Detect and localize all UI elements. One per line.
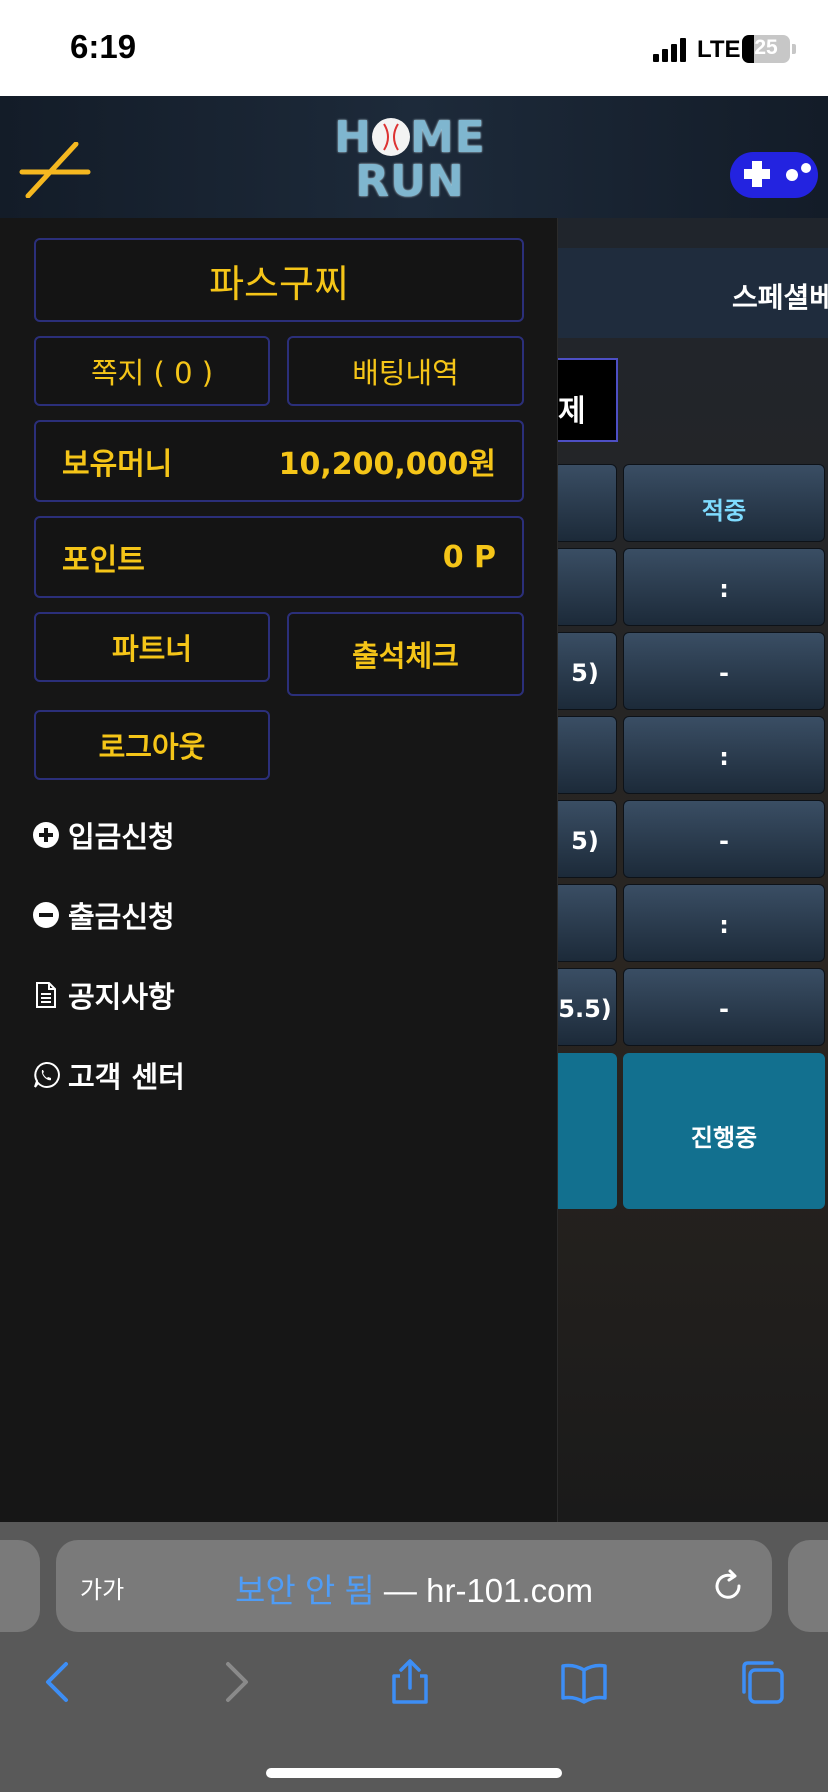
point-box: 포인트 0 P [34, 516, 524, 598]
bg-cell-right-2[interactable]: - [623, 632, 825, 710]
url-display[interactable]: 보안 안 됨 — hr-101.com [56, 1564, 772, 1612]
username: 파스구찌 [209, 261, 349, 306]
bg-cell-left-5[interactable] [553, 884, 617, 962]
menu-item-support[interactable]: 고객 센터 [32, 1054, 185, 1096]
bg-cell-left-6[interactable]: 5.5) [553, 968, 617, 1046]
url-domain: hr-101.com [426, 1572, 594, 1609]
money-label: 보유머니 [62, 447, 173, 482]
menu-item-withdraw[interactable]: 출금신청 [32, 894, 175, 936]
battery-icon: 25 [742, 35, 790, 63]
attendance-button-label: 출석체크 [352, 639, 459, 673]
signal-icon [653, 38, 689, 62]
bg-cell-right-1[interactable]: : [623, 548, 825, 626]
back-icon[interactable] [34, 1658, 82, 1706]
network-label: LTE [697, 36, 741, 63]
logout-button[interactable]: 로그아웃 [34, 710, 270, 780]
username-box: 파스구찌 [34, 238, 524, 322]
side-drawer: 파스구찌 쪽지 ( 0 ) 배팅내역 보유머니 10,200,000원 포인트 … [0, 218, 558, 1522]
bg-cell-right-5[interactable]: : [623, 884, 825, 962]
bg-cell-left-3[interactable] [553, 716, 617, 794]
screen: 6:19 LTE 25 H ME RUN 스페셜베 제 5) 5) 5.5) 적… [0, 0, 828, 1792]
menu-item-withdraw-label: 출금신청 [68, 900, 175, 934]
bookmarks-icon[interactable] [560, 1658, 608, 1706]
battery-tip [792, 44, 796, 54]
minus-circle-icon [33, 902, 59, 928]
special-bet-tab[interactable]: 스페셜베 [732, 276, 828, 316]
url-separator: — [374, 1572, 427, 1609]
money-value: 10,200,000원 [278, 447, 496, 482]
bg-header-cell-left [553, 464, 617, 542]
menu-item-notice[interactable]: 공지사항 [32, 974, 175, 1016]
menu-item-deposit[interactable]: 입금신청 [32, 814, 175, 856]
gamepad-icon[interactable] [728, 148, 820, 202]
money-box: 보유머니 10,200,000원 [34, 420, 524, 502]
site-header: H ME RUN [0, 96, 828, 218]
hit-header-cell: 적중 [623, 464, 825, 542]
bg-cell-right-4[interactable]: - [623, 800, 825, 878]
menu-close-icon[interactable] [18, 142, 92, 198]
logo-line-1: H ME [334, 112, 486, 163]
whatsapp-icon [34, 1061, 60, 1088]
bg-cell-right-6[interactable]: - [623, 968, 825, 1046]
tabs-icon[interactable] [738, 1658, 786, 1706]
plus-circle-icon [33, 822, 59, 848]
menu-item-notice-label: 공지사항 [68, 980, 175, 1014]
home-run-logo[interactable]: H ME RUN [320, 116, 500, 212]
betting-history-button[interactable]: 배팅내역 [287, 336, 524, 406]
menu-item-support-label: 고객 센터 [68, 1060, 185, 1094]
category-tab-label: 제 [558, 394, 586, 429]
point-value: 0 P [442, 539, 496, 575]
logout-button-label: 로그아웃 [98, 730, 206, 764]
document-icon [36, 982, 56, 1008]
address-bar[interactable]: 가가 보안 안 됨 — hr-101.com [56, 1540, 772, 1632]
in-progress-cell[interactable]: 진행중 [623, 1053, 825, 1209]
partner-button-label: 파트너 [111, 632, 193, 666]
next-tab-stub[interactable] [788, 1540, 828, 1632]
betting-history-label: 배팅내역 [352, 356, 459, 390]
point-label: 포인트 [62, 543, 145, 578]
status-bar: 6:19 LTE 25 [0, 0, 828, 96]
bg-cell-left-2[interactable]: 5) [553, 632, 617, 710]
status-time: 6:19 [70, 28, 137, 65]
battery-level: 25 [754, 36, 778, 59]
insecure-label: 보안 안 됨 [234, 1572, 375, 1609]
bg-cell-left-1[interactable] [553, 548, 617, 626]
reload-icon[interactable] [710, 1568, 746, 1604]
browser-toolbar: 가가 보안 안 됨 — hr-101.com [0, 1522, 828, 1792]
home-indicator[interactable] [266, 1768, 562, 1778]
forward-icon[interactable] [212, 1658, 260, 1706]
baseball-icon [371, 118, 410, 156]
partner-button[interactable]: 파트너 [34, 612, 270, 682]
attendance-button[interactable]: 출석체크 [287, 612, 524, 696]
message-button-label: 쪽지 ( 0 ) [90, 356, 214, 390]
share-icon[interactable] [386, 1658, 434, 1706]
bg-cell-left-status[interactable] [553, 1053, 617, 1209]
previous-tab-stub[interactable] [0, 1540, 40, 1632]
bg-cell-right-3[interactable]: : [623, 716, 825, 794]
message-button[interactable]: 쪽지 ( 0 ) [34, 336, 270, 406]
logo-line-2: RUN [355, 156, 465, 207]
menu-item-deposit-label: 입금신청 [68, 820, 175, 854]
bg-cell-left-4[interactable]: 5) [553, 800, 617, 878]
